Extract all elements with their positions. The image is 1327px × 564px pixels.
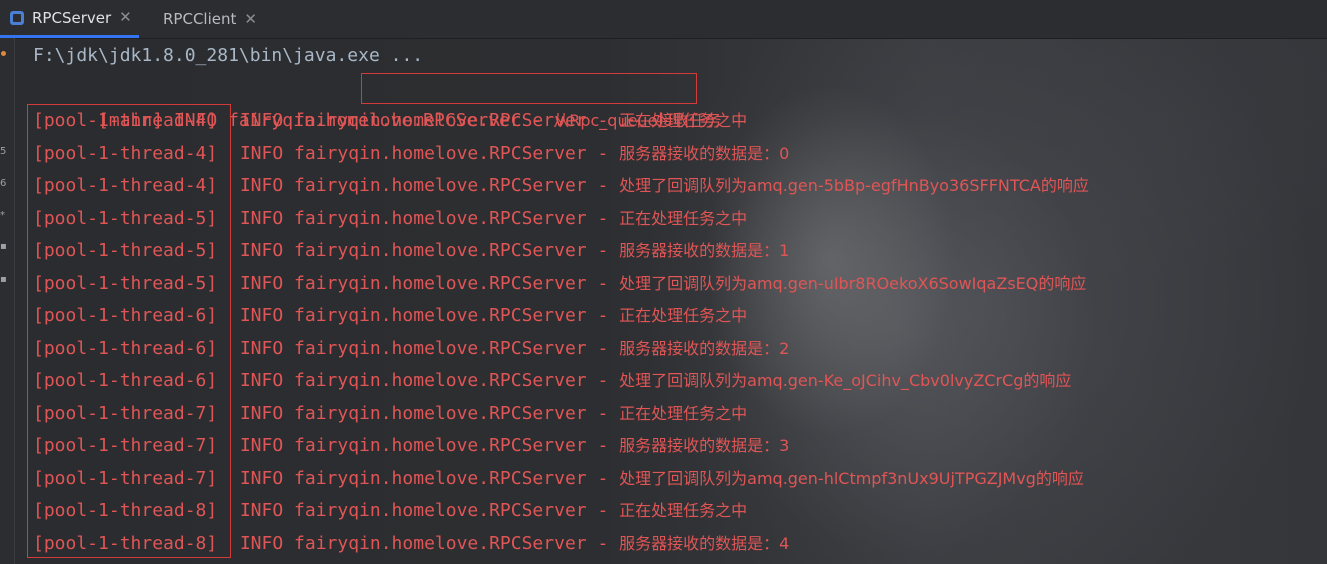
console-log-line: [pool-1-thread-5] INFO fairyqin.homelove… [33, 203, 1323, 236]
log-message: 正在处理任务之中 [619, 306, 748, 325]
log-thread: [pool-1-thread-6] [33, 370, 218, 391]
log-source: INFO fairyqin.homelove.RPCServer - [229, 532, 620, 554]
log-message: 服务器接收的数据是：1 [619, 241, 790, 260]
log-source: INFO fairyqin.homelove.RPCServer - [229, 240, 620, 261]
log-thread: [pool-1-thread-4] [33, 175, 218, 196]
console-log-line: [pool-1-thread-5] INFO fairyqin.homelove… [33, 235, 1323, 268]
run-tab-bar: RPCServer ✕ RPCClient ✕ [0, 0, 1327, 39]
log-thread: [pool-1-thread-8] [33, 532, 218, 554]
log-message: 服务器接收的数据是：2 [619, 338, 790, 358]
log-thread: [pool-1-thread-7] [33, 402, 218, 424]
tab-label: RPCClient [163, 10, 237, 28]
log-thread: [pool-1-thread-5] [33, 207, 218, 229]
console-log-line: [pool-1-thread-4] INFO fairyqin.homelove… [33, 138, 1323, 171]
log-message: 正在处理任务之中 [619, 403, 748, 423]
gutter-mark[interactable]: ▪ [0, 274, 8, 285]
gutter-mark[interactable]: 5 [0, 146, 8, 157]
log-message: 正在处理任务之中 [619, 208, 748, 228]
log-thread: [pool-1-thread-8] [33, 500, 218, 521]
log-source: INFO fairyqin.homelove.RPCServer - [229, 337, 620, 359]
log-message: 处理了回调队列为amq.gen-hlCtmpf3nUx9UjTPGZJMvg的响… [619, 468, 1084, 488]
log-source: INFO fairyqin.homelove.RPCServer - [229, 370, 620, 391]
log-thread: [pool-1-thread-4] [33, 110, 218, 131]
log-source: INFO fairyqin.homelove.RPCServer - [229, 175, 620, 196]
tab-label: RPCServer [32, 8, 112, 27]
log-thread: [pool-1-thread-4] [33, 142, 218, 164]
gutter-mark[interactable]: ▪ [0, 241, 8, 252]
gutter-mark[interactable]: 6 [0, 178, 8, 189]
log-message: 处理了回调队列为amq.gen-uIbr8ROekoX6SowIqaZsEQ的响… [619, 273, 1087, 293]
log-message: 服务器接收的数据是：3 [619, 436, 790, 455]
log-thread: [pool-1-thread-6] [33, 337, 218, 359]
log-source: INFO fairyqin.homelove.RPCServer - [229, 435, 620, 456]
console-log-line: [main] INFO fairyqin.homelove.RPCServer … [33, 73, 1323, 131]
console-log-line: [pool-1-thread-6] INFO fairyqin.homelove… [33, 300, 1323, 333]
log-source: INFO fairyqin.homelove.RPCServer - [229, 305, 620, 326]
log-message: 服务器接收的数据是：0 [619, 143, 790, 163]
console-log-line: [pool-1-thread-5] INFO fairyqin.homelove… [33, 268, 1323, 301]
console-toolbar-gutter: 5 6 * ▪ ▪ [0, 38, 15, 564]
console-log-line: [pool-1-thread-4] INFO fairyqin.homelove… [33, 105, 1323, 138]
console-output[interactable]: F:\jdk\jdk1.8.0_281\bin\java.exe ... [ma… [33, 40, 1323, 560]
console-log-line: [pool-1-thread-8] INFO fairyqin.homelove… [33, 495, 1323, 528]
console-log-line: [pool-1-thread-7] INFO fairyqin.homelove… [33, 463, 1323, 496]
close-icon[interactable]: ✕ [119, 10, 132, 25]
ide-run-window: RPCServer ✕ RPCClient ✕ 5 6 * ▪ ▪ F:\jdk… [0, 0, 1327, 564]
tab-rpcclient[interactable]: RPCClient ✕ [139, 0, 275, 38]
console-log-line: [pool-1-thread-4] INFO fairyqin.homelove… [33, 170, 1323, 203]
log-message: 服务器接收的数据是：4 [619, 533, 790, 553]
gutter-mark[interactable]: * [0, 210, 8, 221]
console-log-line: [pool-1-thread-6] INFO fairyqin.homelove… [33, 365, 1323, 398]
log-thread: [pool-1-thread-6] [33, 305, 218, 326]
log-source: INFO fairyqin.homelove.RPCServer - [229, 272, 620, 294]
console-log-line: [pool-1-thread-7] INFO fairyqin.homelove… [33, 430, 1323, 463]
log-thread: [pool-1-thread-7] [33, 435, 218, 456]
run-config-icon [10, 10, 24, 25]
log-source: INFO fairyqin.homelove.RPCServer - [229, 500, 620, 521]
console-log-line: [pool-1-thread-6] INFO fairyqin.homelove… [33, 333, 1323, 366]
log-message: 正在处理任务之中 [619, 501, 748, 520]
log-thread: [pool-1-thread-5] [33, 240, 218, 261]
log-source: INFO fairyqin.homelove.RPCServer - [229, 142, 620, 164]
console-log-line: [pool-1-thread-7] INFO fairyqin.homelove… [33, 398, 1323, 431]
console-command-line: F:\jdk\jdk1.8.0_281\bin\java.exe ... [33, 45, 424, 66]
close-icon[interactable]: ✕ [244, 11, 257, 27]
log-source: INFO fairyqin.homelove.RPCServer - [229, 110, 620, 131]
status-dot-icon [1, 51, 6, 56]
tab-rpcserver[interactable]: RPCServer ✕ [0, 0, 139, 38]
log-message: 处理了回调队列为amq.gen-Ke_oJCihv_Cbv0lvyZCrCg的响… [619, 371, 1072, 390]
log-source: INFO fairyqin.homelove.RPCServer - [229, 207, 620, 229]
log-thread: [pool-1-thread-7] [33, 467, 218, 489]
log-message: 处理了回调队列为amq.gen-5bBp-egfHnByo36SFFNTCA的响… [619, 176, 1089, 195]
log-source: INFO fairyqin.homelove.RPCServer - [229, 467, 620, 489]
console-log-line: [pool-1-thread-8] INFO fairyqin.homelove… [33, 528, 1323, 561]
log-source: INFO fairyqin.homelove.RPCServer - [229, 402, 620, 424]
log-thread: [pool-1-thread-5] [33, 272, 218, 294]
log-message: 正在处理任务之中 [619, 111, 748, 130]
